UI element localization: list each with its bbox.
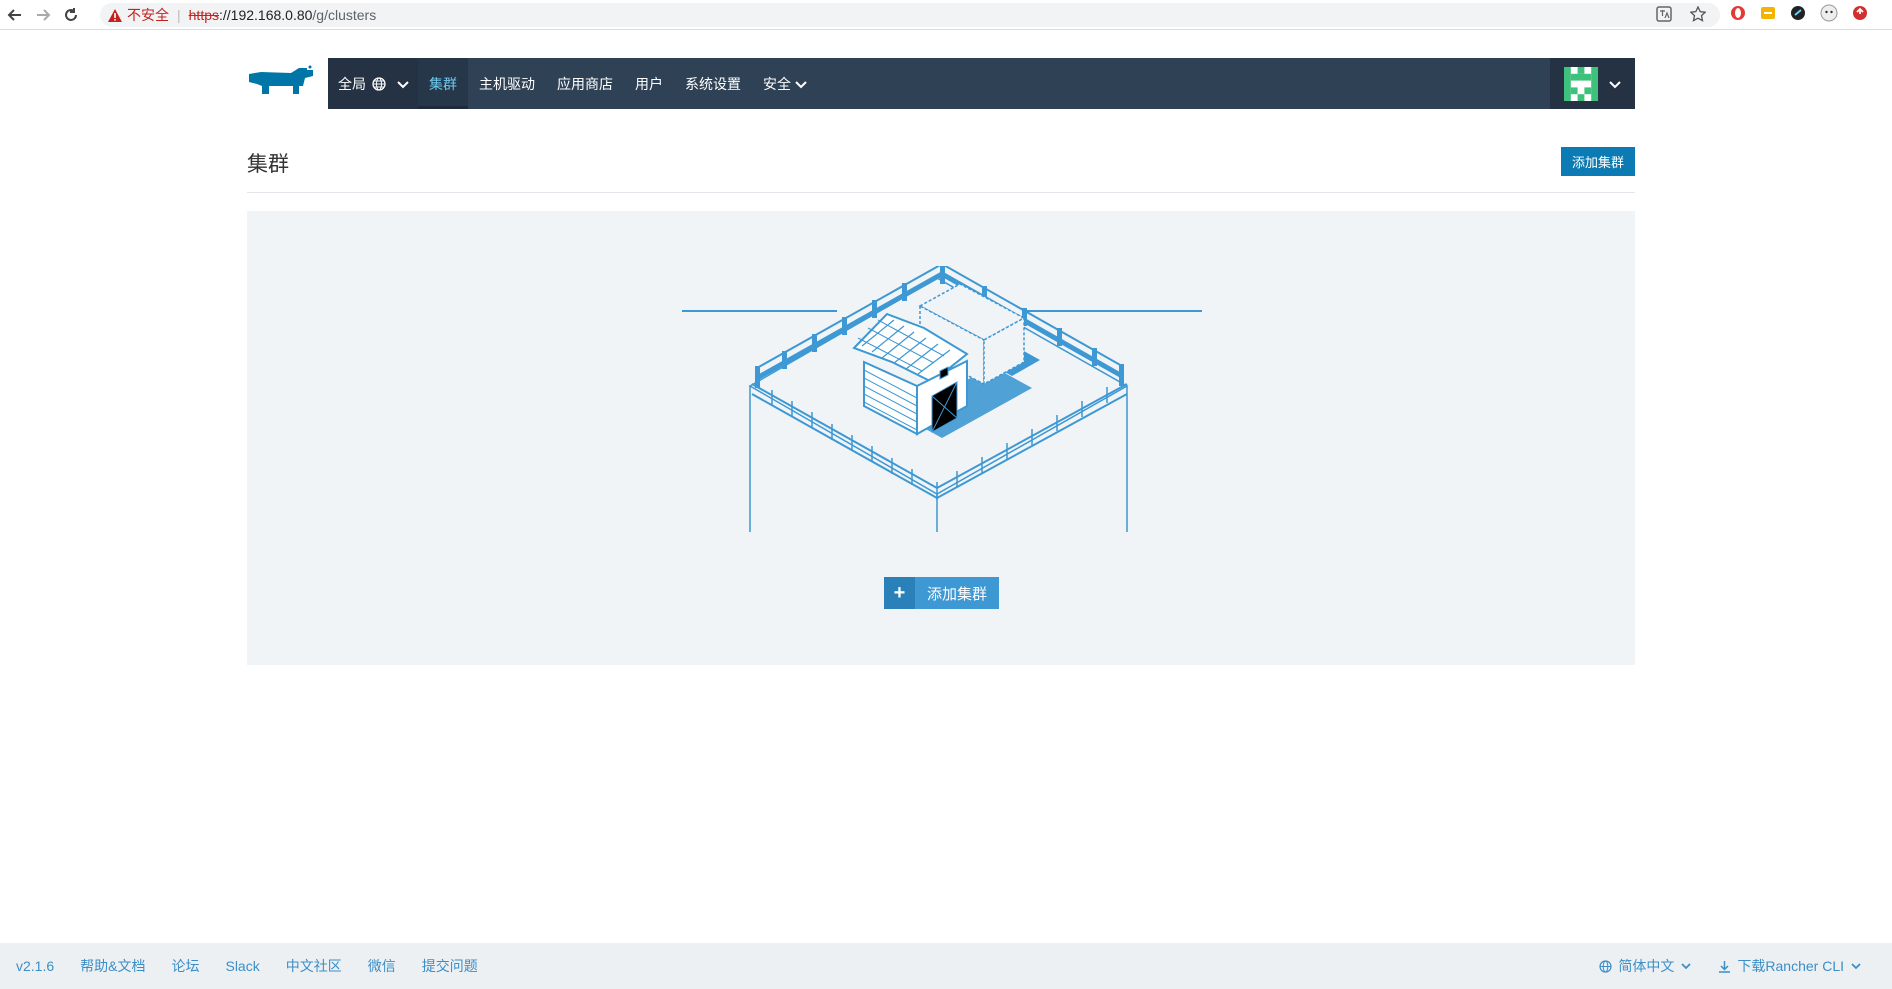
extension-dark-icon[interactable] (1790, 5, 1806, 26)
nav-item-node-drivers[interactable]: 主机驱动 (468, 58, 546, 109)
scope-label: 全局 (338, 75, 366, 92)
footer-link-docs[interactable]: 帮助&文档 (80, 956, 145, 976)
nav-item-security[interactable]: 安全 (752, 58, 819, 109)
footer-link-issue[interactable]: 提交问题 (422, 956, 478, 976)
browser-toolbar: 不安全 | https ://192.168.0.80 /g/clusters (0, 0, 1892, 30)
back-icon[interactable] (2, 2, 28, 28)
add-cluster-empty-button[interactable]: + 添加集群 (884, 577, 999, 609)
footer: v2.1.6 帮助&文档 论坛 Slack 中文社区 微信 提交问题 简体中文 … (0, 943, 1892, 989)
url-host: ://192.168.0.80 (219, 7, 313, 23)
avatar (1563, 66, 1598, 101)
header-divider (247, 192, 1635, 193)
forward-icon[interactable] (30, 2, 56, 28)
language-selector[interactable]: 简体中文 (1599, 956, 1692, 976)
chevron-down-icon (397, 80, 409, 88)
bookmark-star-icon[interactable] (1689, 4, 1707, 25)
chevron-down-icon (1681, 963, 1692, 970)
empty-state-panel: + 添加集群 (247, 211, 1635, 665)
language-label: 简体中文 (1618, 958, 1675, 974)
download-cli-label: 下载Rancher CLI (1737, 958, 1844, 974)
footer-version-link[interactable]: v2.1.6 (16, 958, 54, 974)
url-separator: | (177, 7, 181, 23)
plus-icon: + (884, 577, 915, 609)
translate-icon[interactable] (1656, 5, 1672, 25)
user-menu[interactable] (1550, 58, 1635, 109)
url-path: /g/clusters (312, 7, 377, 23)
chevron-down-icon (795, 80, 807, 88)
extension-red-icon[interactable] (1730, 5, 1746, 26)
nav-item-catalogs[interactable]: 应用商店 (546, 58, 624, 109)
footer-link-wechat[interactable]: 微信 (368, 956, 396, 976)
chevron-down-icon (1608, 80, 1621, 88)
footer-link-community[interactable]: 中文社区 (286, 956, 342, 976)
main-navigation: 全局 集群 主机驱动 应用商店 用户 系统设置 安全 (328, 58, 1635, 109)
download-cli-link[interactable]: 下载Rancher CLI (1718, 956, 1862, 976)
nav-item-users[interactable]: 用户 (624, 58, 674, 109)
footer-link-slack[interactable]: Slack (225, 958, 259, 974)
security-label: 不安全 (127, 7, 169, 23)
warning-icon (108, 8, 122, 22)
rancher-logo[interactable] (247, 64, 317, 102)
add-cluster-empty-label: 添加集群 (927, 585, 988, 603)
barn-illustration (682, 266, 1202, 532)
url-protocol: https (188, 7, 219, 23)
footer-link-forums[interactable]: 论坛 (171, 956, 199, 976)
reload-icon[interactable] (58, 2, 84, 28)
globe-icon (1599, 959, 1613, 973)
profile-icon[interactable] (1820, 4, 1838, 27)
download-icon (1719, 960, 1731, 973)
scope-selector[interactable]: 全局 (328, 58, 418, 109)
globe-icon (372, 76, 386, 91)
security-warning[interactable]: 不安全 (108, 5, 169, 25)
nav-item-settings[interactable]: 系统设置 (674, 58, 752, 109)
extension-red-round-icon[interactable] (1852, 5, 1868, 26)
chevron-down-icon (1851, 963, 1861, 970)
page-title: 集群 (247, 153, 289, 176)
nav-item-clusters[interactable]: 集群 (418, 58, 468, 109)
add-cluster-button[interactable]: 添加集群 (1561, 147, 1635, 176)
extension-yellow-icon[interactable] (1760, 5, 1776, 26)
address-bar[interactable]: 不安全 | https ://192.168.0.80 /g/clusters (100, 3, 1720, 27)
